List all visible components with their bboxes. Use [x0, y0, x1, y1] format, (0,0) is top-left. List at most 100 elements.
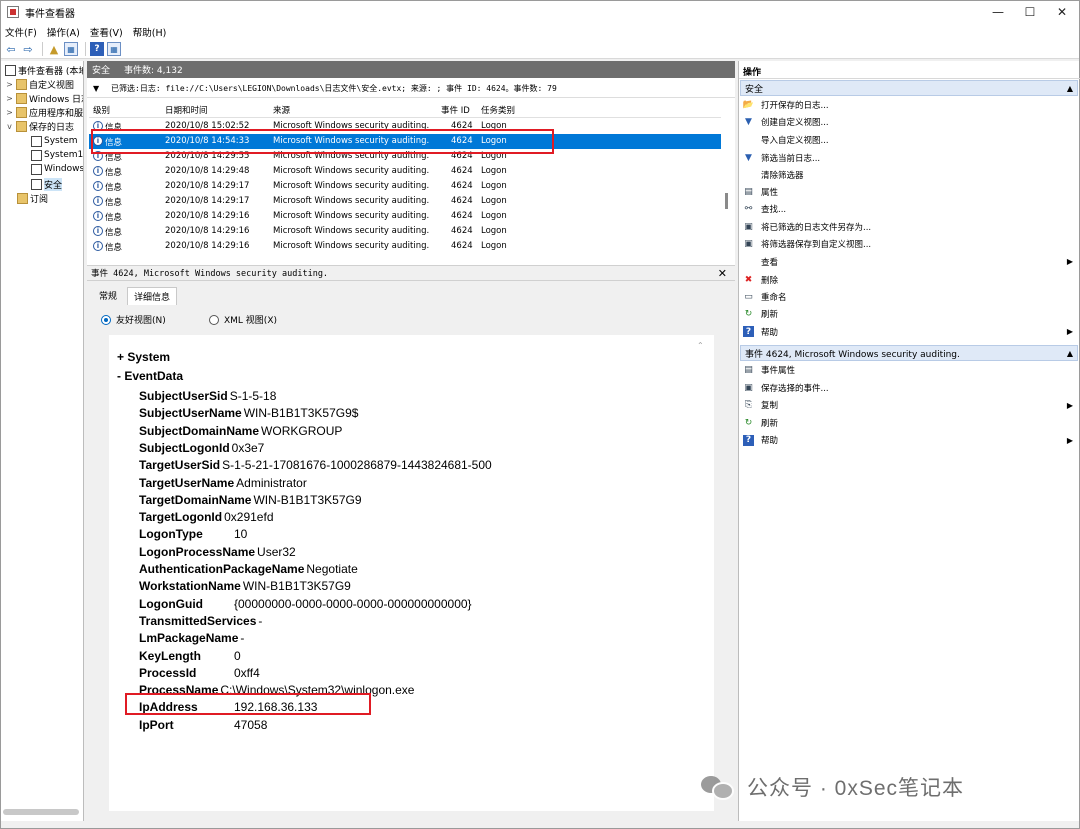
help-icon[interactable]: ?: [90, 42, 104, 56]
action-item[interactable]: ▣ 将筛选器保存到自定义视图...: [743, 237, 1075, 251]
menu-action[interactable]: 操作(A): [47, 25, 80, 39]
tab-details[interactable]: 详细信息: [127, 287, 178, 305]
field-key: SubjectUserName: [139, 406, 242, 421]
tree-item-security[interactable]: 安全: [29, 177, 63, 191]
tree-item-app-service-logs[interactable]: > 应用程序和服务日志: [5, 105, 83, 119]
table-row[interactable]: i 信息 2020/10/8 14:29:16 Microsoft Windows s…: [89, 239, 721, 254]
field-key: TargetDomainName: [139, 492, 252, 507]
actions-group-event[interactable]: 事件 4624, Microsoft Windows security audi…: [740, 345, 1078, 361]
column-header-source[interactable]: 来源: [273, 104, 290, 116]
cell-task: Logon: [481, 181, 507, 191]
log-header: 安全 事件数: 4,132: [87, 61, 735, 78]
cell-task: Logon: [481, 196, 507, 206]
scroll-up-icon[interactable]: ⌃: [697, 341, 704, 350]
tree-item-system1[interactable]: System1: [29, 148, 83, 162]
action-item[interactable]: ↻ 刷新: [743, 416, 1075, 430]
action-item[interactable]: ? 帮助 ▶: [743, 433, 1075, 447]
action-item[interactable]: 📂 打开保存的日志...: [743, 98, 1075, 112]
cell-datetime: 2020/10/8 14:29:17: [165, 181, 250, 191]
action-item[interactable]: ⚯ 查找...: [743, 202, 1075, 216]
rename-icon: ▭: [744, 291, 753, 302]
table-row[interactable]: i 信息 2020/10/8 14:29:17 Microsoft Windows s…: [89, 194, 721, 209]
tree-item-subscriptions[interactable]: 订阅: [15, 191, 48, 205]
action-item[interactable]: ↻ 刷新: [743, 307, 1075, 321]
chevron-right-icon[interactable]: >: [5, 108, 14, 117]
action-item[interactable]: 清除筛选器: [743, 168, 1075, 182]
action-item[interactable]: ▤ 事件属性: [743, 363, 1075, 377]
action-item[interactable]: ▤ 属性: [743, 185, 1075, 199]
field-row: WorkstationName WIN-B1B1T3K57G9: [139, 579, 351, 593]
chevron-right-icon[interactable]: >: [5, 94, 14, 103]
column-header-task[interactable]: 任务类别: [481, 104, 515, 116]
table-row[interactable]: i 信息 2020/10/8 14:29:48 Microsoft Windows s…: [89, 164, 721, 179]
tree-horizontal-scrollbar[interactable]: [3, 809, 79, 815]
collapse-icon[interactable]: ▲: [1067, 349, 1073, 358]
action-item[interactable]: ▣ 将已筛选的日志文件另存为...: [743, 220, 1075, 234]
eventdata-section-toggle[interactable]: - EventData: [117, 369, 183, 383]
show-hide-tree-icon[interactable]: ▦: [64, 42, 78, 56]
actions-group-security[interactable]: 安全 ▲: [740, 80, 1078, 96]
event-detail-body: 友好视图(N) XML 视图(X) ⌃ + System - EventData…: [87, 305, 735, 821]
tree-item-saved-logs[interactable]: v 保存的日志: [5, 119, 74, 133]
maximize-button[interactable]: ☐: [1013, 1, 1047, 23]
show-hide-actions-icon[interactable]: ▦: [107, 42, 121, 56]
log-file-icon: [31, 135, 42, 147]
friendly-view-radio[interactable]: 友好视图(N): [101, 313, 166, 326]
close-button[interactable]: ✕: [1045, 1, 1079, 23]
copy-icon: ⎘: [744, 400, 753, 410]
close-icon[interactable]: ✕: [718, 267, 727, 280]
actions-title: 操作: [739, 65, 1080, 79]
event-viewer-icon: [5, 64, 16, 76]
field-row: SubjectUserSid S-1-5-18: [139, 389, 276, 403]
filter-icon: ▼: [745, 152, 752, 163]
menu-view[interactable]: 查看(V): [90, 25, 123, 39]
action-item[interactable]: ✖ 删除: [743, 273, 1075, 287]
log-name: 安全: [92, 66, 111, 76]
forward-arrow-icon[interactable]: ⇨: [21, 42, 35, 56]
tree-item-custom-views[interactable]: > 自定义视图: [5, 77, 74, 91]
toolbar: ⇦ ⇨ ▲ ▦ ? ▦: [1, 40, 1079, 59]
table-row[interactable]: i 信息 2020/10/8 14:29:17 Microsoft Windows s…: [89, 179, 721, 194]
action-item[interactable]: ▼ 创建自定义视图...: [743, 115, 1075, 129]
radio-unselected-icon: [209, 314, 219, 325]
tree-item-root[interactable]: 事件查看器 (本地): [3, 63, 83, 77]
log-file-icon: [31, 149, 42, 161]
blank-icon: [743, 169, 754, 180]
action-item[interactable]: ▼ 筛选当前日志...: [743, 151, 1075, 165]
action-item[interactable]: ⎘ 复制 ▶: [743, 398, 1075, 412]
chevron-right-icon[interactable]: >: [5, 80, 14, 89]
action-item[interactable]: ▣ 保存选择的事件...: [743, 381, 1075, 395]
table-row[interactable]: i 信息 2020/10/8 14:29:16 Microsoft Windows s…: [89, 209, 721, 224]
folder-up-icon[interactable]: ▲: [47, 42, 61, 56]
action-item[interactable]: ? 帮助 ▶: [743, 325, 1075, 339]
table-row[interactable]: i 信息 2020/10/8 14:29:16 Microsoft Windows s…: [89, 224, 721, 239]
menu-file[interactable]: 文件(F): [5, 25, 37, 39]
back-arrow-icon[interactable]: ⇦: [4, 42, 18, 56]
column-header-datetime[interactable]: 日期和时间: [165, 104, 208, 116]
collapse-icon[interactable]: ▲: [1067, 84, 1073, 93]
xml-view-radio[interactable]: XML 视图(X): [209, 313, 277, 326]
field-value: {00000000-0000-0000-0000-000000000000}: [234, 596, 472, 611]
window-title: 事件查看器: [25, 8, 75, 20]
system-section-toggle[interactable]: + System: [117, 350, 170, 364]
field-key: KeyLength: [139, 648, 202, 663]
event-viewer-icon: [7, 6, 19, 18]
event-detail-header: 事件 4624, Microsoft Windows security audi…: [87, 265, 735, 281]
action-item[interactable]: ▭ 重命名: [743, 290, 1075, 304]
action-item[interactable]: 查看 ▶: [743, 255, 1075, 269]
action-item[interactable]: 导入自定义视图...: [743, 133, 1075, 147]
field-row: SubjectLogonId 0x3e7: [139, 441, 264, 455]
action-label: 创建自定义视图...: [761, 118, 829, 128]
tree-item-windows[interactable]: Windows: [29, 162, 83, 176]
column-header-event-id[interactable]: 事件 ID: [441, 104, 470, 116]
tree-item-windows-logs[interactable]: > Windows 日志: [5, 91, 83, 105]
event-list-scrollbar[interactable]: [725, 193, 728, 209]
event-viewer-window: 事件查看器 — ☐ ✕ 文件(F) 操作(A) 查看(V) 帮助(H) ⇦ ⇨ …: [0, 0, 1080, 829]
minimize-button[interactable]: —: [981, 1, 1015, 23]
chevron-down-icon[interactable]: v: [5, 122, 14, 131]
info-icon: i: [93, 211, 103, 221]
column-header-level[interactable]: 级别: [93, 104, 110, 116]
tree-item-system[interactable]: System: [29, 134, 78, 148]
menu-help[interactable]: 帮助(H): [133, 25, 167, 39]
tab-general[interactable]: 常规: [93, 287, 123, 305]
